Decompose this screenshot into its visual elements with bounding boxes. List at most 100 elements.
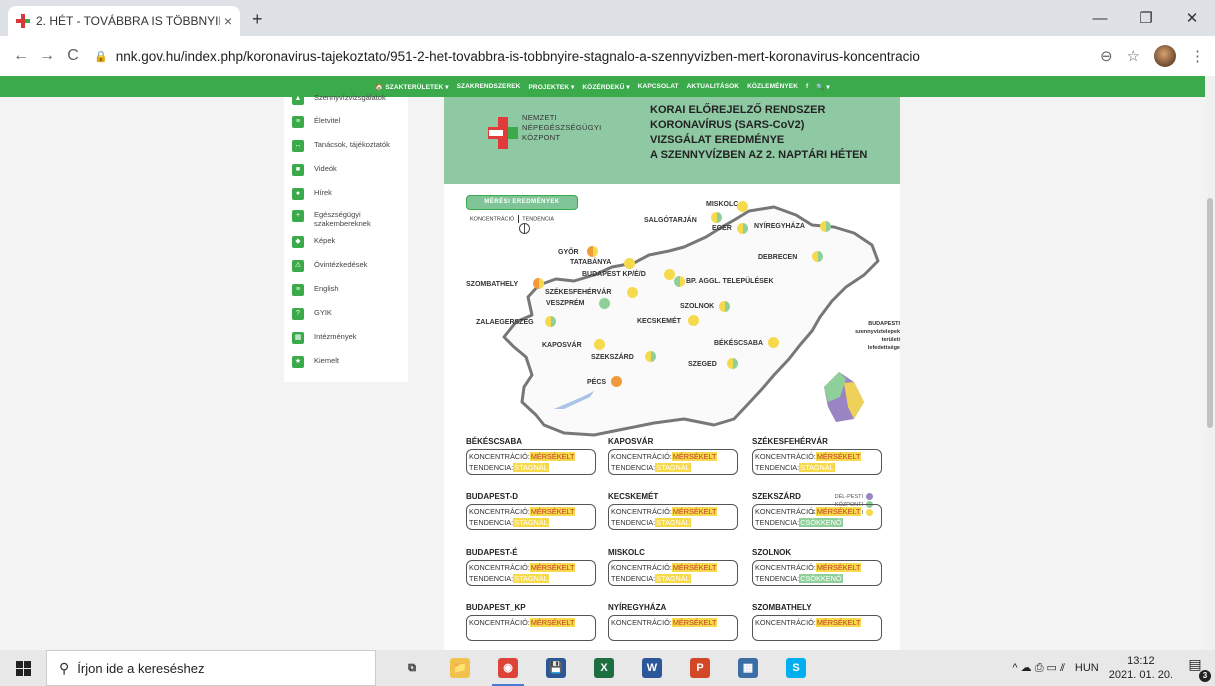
city-label: SZÉKESFEHÉRVÁR xyxy=(545,289,612,296)
city-status-dot xyxy=(719,301,730,312)
site-nav-item[interactable]: f xyxy=(806,83,808,90)
infographic-header: NEMZETI NÉPEGÉSZSÉGÜGYI KÖZPONT KORAI EL… xyxy=(444,97,900,184)
notification-center-icon[interactable]: ▤ 3 xyxy=(1183,656,1211,682)
taskbar-excel-button[interactable]: X xyxy=(580,650,628,686)
forward-button[interactable]: → xyxy=(36,47,58,65)
site-nav-item[interactable]: KÖZÉRDEKŰ ▾ xyxy=(582,83,629,91)
nnk-logo-icon xyxy=(488,117,518,149)
reload-button[interactable]: C xyxy=(62,47,84,65)
result-box: KONCENTRÁCIÓ:MÉRSÉKELT TENDENCIA:STAGNÁL xyxy=(466,449,596,475)
tray-icons[interactable]: ^ ☁ ⎙ ▭ ⫽ xyxy=(1012,661,1065,675)
sidebar-item[interactable]: ● Hírek xyxy=(292,188,407,200)
tendency-value: STAGNÁL xyxy=(513,574,549,583)
city-label: SZOLNOK xyxy=(680,303,715,310)
taskbar-task-view-button[interactable]: ⧉ xyxy=(388,650,436,686)
site-nav-item[interactable]: 🔍 ▾ xyxy=(816,83,829,91)
tendency-half xyxy=(693,315,699,326)
city-label: BUDAPEST KP/É/D xyxy=(582,271,646,278)
result-box: KONCENTRÁCIÓ:MÉRSÉKELT xyxy=(608,615,738,641)
tendency-half xyxy=(632,287,638,298)
scrollbar-thumb[interactable] xyxy=(1207,198,1213,428)
minimize-button[interactable]: — xyxy=(1077,0,1123,36)
result-city-name: SZÉKESFEHÉRVÁR xyxy=(752,437,828,446)
site-nav-item[interactable]: KAPCSOLAT xyxy=(638,83,679,90)
taskbar-grid-app-button[interactable]: ▦ xyxy=(724,650,772,686)
sidebar-item[interactable]: ↔ Tanácsok, tájékoztatók xyxy=(292,140,407,152)
sidebar-item[interactable]: ≡ Életvitel xyxy=(292,116,407,128)
taskbar-chrome-button[interactable]: ◉ xyxy=(484,650,532,686)
maximize-button[interactable]: ❐ xyxy=(1123,0,1169,36)
browser-menu-icon[interactable]: ⋮ xyxy=(1190,47,1205,65)
concentration-label: KONCENTRÁCIÓ: xyxy=(755,507,816,516)
site-nav-item[interactable]: 🏠 SZAKTERÜLETEK ▾ xyxy=(375,83,448,91)
org-name: NEMZETI NÉPEGÉSZSÉGÜGYI KÖZPONT xyxy=(522,113,602,143)
result-card: SZEKSZÁRD KONCENTRÁCIÓ:MÉRSÉKELT TENDENCIA… xyxy=(752,492,882,530)
sidebar-item[interactable]: ▲ Szennyvízvizsgálatok xyxy=(292,93,407,105)
tendency-half xyxy=(592,246,598,257)
result-card: BUDAPEST-É KONCENTRÁCIÓ:MÉRSÉKELT TENDENCI… xyxy=(466,548,596,586)
site-nav-item[interactable]: SZAKRENDSZEREK xyxy=(457,83,521,90)
zoom-icon[interactable]: ⊖ xyxy=(1100,47,1113,65)
profile-avatar[interactable] xyxy=(1154,45,1176,67)
concentration-value: MÉRSÉKELT xyxy=(671,452,718,461)
sidebar-item-icon: ▦ xyxy=(292,332,304,344)
clock-time: 13:12 xyxy=(1127,655,1155,667)
concentration-value: MÉRSÉKELT xyxy=(529,507,576,516)
infographic-title: KORAI ELŐREJELZŐ RENDSZER KORONAVÍRUS (S… xyxy=(650,103,867,163)
language-indicator[interactable]: HUN xyxy=(1075,662,1099,674)
sidebar-item[interactable]: ★ Kiemelt xyxy=(292,356,407,368)
sidebar-item[interactable]: ⚠ Óvintézkedések xyxy=(292,260,407,272)
sidebar-item[interactable]: ▦ Intézmények xyxy=(292,332,407,344)
city-status-dot xyxy=(624,258,635,269)
start-button[interactable] xyxy=(0,650,46,686)
sidebar-item[interactable]: ■ Videók xyxy=(292,164,407,176)
concentration-row: KONCENTRÁCIÓ:MÉRSÉKELT xyxy=(755,617,879,628)
sidebar-item[interactable]: + Egészségügyi szakembereknek xyxy=(292,210,407,228)
tab-title: 2. HÉT - TOVÁBBRA IS TÖBBNYIR xyxy=(36,14,220,28)
new-tab-button[interactable]: + xyxy=(252,9,263,30)
sidebar-item[interactable]: ? GYIK xyxy=(292,308,407,320)
clock[interactable]: 13:12 2021. 01. 20. xyxy=(1109,654,1173,682)
city-label: GYŐR xyxy=(558,249,579,256)
city-label: SZOMBATHELY xyxy=(466,281,519,288)
result-city-name: KECSKEMÉT xyxy=(608,492,659,501)
site-nav-item[interactable]: PROJEKTEK ▾ xyxy=(528,83,574,91)
clock-date: 2021. 01. 20. xyxy=(1108,669,1173,681)
back-button[interactable]: ← xyxy=(10,47,32,65)
sidebar-item[interactable]: ◆ Képek xyxy=(292,236,407,248)
city-label: TATABÁNYA xyxy=(570,259,612,266)
close-window-button[interactable]: ✕ xyxy=(1169,0,1215,36)
bud-label-line: lefedettsége xyxy=(867,345,900,351)
tendency-half xyxy=(732,358,738,369)
taskbar-file-explorer-button[interactable]: 📁 xyxy=(436,650,484,686)
tendency-label: TENDENCIA: xyxy=(755,463,800,472)
bookmark-star-icon[interactable]: ☆ xyxy=(1127,47,1140,65)
browser-tab[interactable]: 2. HÉT - TOVÁBBRA IS TÖBBNYIR × xyxy=(8,6,240,36)
city-status-dot xyxy=(727,358,738,369)
chrome-icon: ◉ xyxy=(498,658,518,678)
sidebar-item-icon: ◆ xyxy=(292,236,304,248)
concentration-label: KONCENTRÁCIÓ: xyxy=(469,563,530,572)
site-nav-item[interactable]: KÖZLEMÉNYEK xyxy=(747,83,798,90)
sidebar-item-icon: ≡ xyxy=(292,284,304,296)
title-line: KORONAVÍRUS (SARS-CoV2) xyxy=(650,119,805,131)
result-box: KONCENTRÁCIÓ:MÉRSÉKELT xyxy=(752,615,882,641)
result-box: KONCENTRÁCIÓ:MÉRSÉKELT TENDENCIA:STAGNÁL xyxy=(608,449,738,475)
windows-taskbar: ⚲ Írjon ide a kereséshez ⧉ 📁 ◉ 💾 X W P ▦ S ^ ☁ ⎙… xyxy=(0,650,1215,686)
skype-icon: S xyxy=(786,658,806,678)
concentration-value: MÉRSÉKELT xyxy=(671,563,718,572)
taskbar-powerpoint-button[interactable]: P xyxy=(676,650,724,686)
taskbar-search[interactable]: ⚲ Írjon ide a kereséshez xyxy=(46,650,376,686)
taskbar-save-app-button[interactable]: 💾 xyxy=(532,650,580,686)
title-line: KORAI ELŐREJELZŐ RENDSZER xyxy=(650,104,826,116)
taskbar-word-button[interactable]: W xyxy=(628,650,676,686)
concentration-row: KONCENTRÁCIÓ:MÉRSÉKELT xyxy=(611,617,735,628)
sidebar-item-label: Videók xyxy=(314,164,337,173)
address-bar[interactable]: 🔒 nnk.gov.hu/index.php/koronavirus-tajek… xyxy=(94,41,1090,71)
tab-close-icon[interactable]: × xyxy=(224,13,232,29)
bud-label-line: területi xyxy=(881,337,900,343)
site-nav-item[interactable]: AKTUALITÁSOK xyxy=(687,83,739,90)
concentration-row: KONCENTRÁCIÓ:MÉRSÉKELT xyxy=(611,562,735,573)
sidebar-item[interactable]: ≡ English xyxy=(292,284,407,296)
taskbar-skype-button[interactable]: S xyxy=(772,650,820,686)
